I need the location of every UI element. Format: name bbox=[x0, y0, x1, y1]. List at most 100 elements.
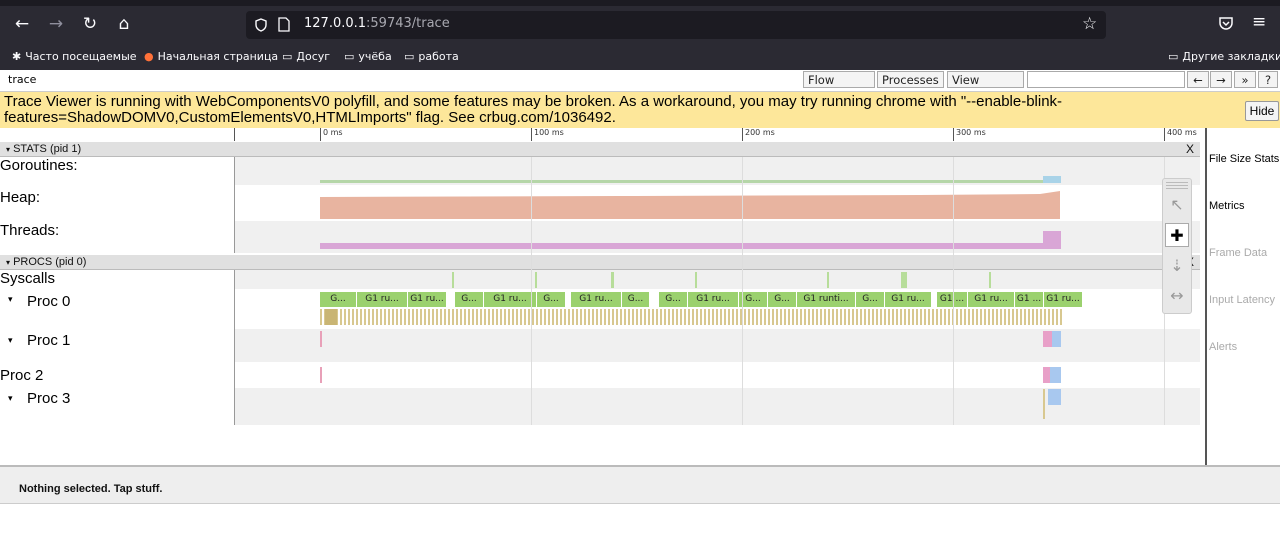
url-text: 127.0.0.1:59743/trace bbox=[304, 16, 450, 31]
heap-label-cell: Heap: bbox=[0, 185, 235, 221]
syscall-slice[interactable] bbox=[827, 272, 829, 288]
syscalls-track[interactable] bbox=[235, 270, 1200, 289]
goroutines-counter-spike bbox=[1043, 176, 1061, 183]
proc0-subtrack[interactable] bbox=[320, 309, 1062, 325]
proc3-slice[interactable] bbox=[1043, 389, 1045, 419]
proc0-slice[interactable]: G1 ru... bbox=[688, 292, 738, 307]
find-prev-button[interactable]: ← bbox=[1187, 71, 1209, 88]
menu-icon[interactable]: ≡ bbox=[1252, 12, 1266, 32]
folder-icon: ▭ bbox=[1168, 50, 1179, 63]
address-bar[interactable]: 127.0.0.1:59743/trace ☆ bbox=[246, 11, 1106, 39]
palette-drag-handle[interactable] bbox=[1166, 181, 1188, 189]
proc0-slice[interactable]: G1 ru... bbox=[357, 292, 407, 307]
ruler-divider bbox=[234, 128, 235, 141]
flow-events-button[interactable]: Flow events bbox=[803, 71, 875, 104]
proc0-slice[interactable]: G... bbox=[856, 292, 884, 307]
bookmark-other[interactable]: ▭ Другие закладки bbox=[1168, 48, 1280, 66]
firefox-icon: ● bbox=[144, 50, 154, 63]
proc0-slice[interactable]: G... bbox=[768, 292, 796, 307]
proc0-slice[interactable]: G1 ru... bbox=[571, 292, 621, 307]
star-bookmark-icon[interactable]: ☆ bbox=[1082, 14, 1097, 34]
proc0-slice[interactable]: G... bbox=[320, 292, 356, 307]
bookmark-start-page[interactable]: ● Начальная страница bbox=[144, 48, 278, 66]
zoom-tool-icon[interactable]: ⇣ bbox=[1165, 254, 1189, 278]
trace-title: trace bbox=[8, 73, 37, 86]
proc0-slice[interactable]: G1 ... bbox=[1015, 292, 1043, 307]
syscall-slice[interactable] bbox=[901, 272, 907, 288]
expand-arrow-icon[interactable]: ▾ bbox=[8, 294, 13, 305]
procs-group-header[interactable]: ▾ PROCS (pid 0) X bbox=[0, 255, 1200, 270]
proc1-slice[interactable] bbox=[1043, 331, 1052, 347]
bookmark-work[interactable]: ▭ работа bbox=[404, 48, 459, 66]
expand-arrow-icon[interactable]: ▾ bbox=[6, 258, 10, 267]
proc0-subslice[interactable] bbox=[325, 309, 337, 325]
syscall-slice[interactable] bbox=[611, 272, 614, 288]
syscalls-label-cell: Syscalls bbox=[0, 270, 235, 289]
pocket-icon[interactable] bbox=[1218, 15, 1234, 31]
proc0-slice[interactable]: G... bbox=[537, 292, 565, 307]
shield-icon bbox=[254, 17, 268, 32]
bookmark-study[interactable]: ▭ учёба bbox=[344, 48, 392, 66]
frame-data-tab[interactable]: Frame Data bbox=[1209, 247, 1267, 259]
back-arrow-icon[interactable]: ← bbox=[8, 10, 36, 38]
proc0-track[interactable]: G... G1 ru... G1 ru... G... G1 ru... G... G1 r… bbox=[235, 289, 1200, 329]
bookmark-leisure[interactable]: ▭ Досуг bbox=[282, 48, 330, 66]
stats-group-header[interactable]: ▾ STATS (pid 1) X bbox=[0, 142, 1200, 157]
proc0-slice-lane: G... G1 ru... G1 ru... G... G1 ru... G... G1 r… bbox=[320, 292, 1082, 308]
expand-arrow-icon[interactable]: ▾ bbox=[8, 393, 13, 404]
proc3-label-cell: ▾ Proc 3 bbox=[0, 388, 235, 425]
alerts-tab[interactable]: Alerts bbox=[1209, 341, 1237, 353]
metrics-tab[interactable]: Metrics bbox=[1209, 200, 1244, 212]
goroutines-track[interactable] bbox=[235, 157, 1200, 185]
proc3-track[interactable] bbox=[235, 388, 1200, 425]
proc0-slice[interactable]: G1 ... bbox=[937, 292, 967, 307]
proc1-slice[interactable] bbox=[320, 331, 322, 347]
view-options-button[interactable]: View Options bbox=[947, 71, 1024, 104]
proc2-slice[interactable] bbox=[1043, 367, 1050, 383]
syscall-slice[interactable] bbox=[452, 272, 454, 288]
proc3-slice[interactable] bbox=[1048, 389, 1061, 405]
processes-button[interactable]: Processes bbox=[877, 71, 944, 88]
proc1-slice[interactable] bbox=[1052, 331, 1061, 347]
bookmark-frequent[interactable]: ✱ Часто посещаемые bbox=[12, 48, 137, 66]
timing-tool-icon[interactable]: ↔ bbox=[1165, 284, 1189, 308]
proc0-slice[interactable]: G1 ru... bbox=[408, 292, 446, 307]
proc0-slice[interactable]: G1 ru... bbox=[1044, 292, 1082, 307]
pan-tool-icon[interactable]: ✚ bbox=[1165, 223, 1189, 247]
threads-track[interactable] bbox=[235, 221, 1200, 253]
find-next-button[interactable]: → bbox=[1210, 71, 1232, 88]
ruler-tick: 400 ms bbox=[1164, 128, 1197, 141]
proc1-label: Proc 1 bbox=[27, 332, 71, 349]
file-size-stats-tab[interactable]: File Size Stats bbox=[1209, 153, 1279, 165]
input-latency-tab[interactable]: Input Latency bbox=[1209, 294, 1275, 306]
proc1-track[interactable] bbox=[235, 329, 1200, 362]
proc0-slice[interactable]: G1 ru... bbox=[968, 292, 1014, 307]
proc0-slice[interactable]: G... bbox=[455, 292, 483, 307]
help-button[interactable]: ? bbox=[1258, 71, 1278, 88]
time-ruler: 0 ms 100 ms 200 ms 300 ms 400 ms bbox=[0, 128, 1200, 143]
more-button[interactable]: » bbox=[1234, 71, 1256, 88]
expand-arrow-icon[interactable]: ▾ bbox=[6, 145, 10, 154]
syscall-slice[interactable] bbox=[695, 272, 697, 288]
proc2-slice[interactable] bbox=[1050, 367, 1061, 383]
threads-counter bbox=[320, 243, 1060, 249]
proc0-slice[interactable]: G1 ru... bbox=[484, 292, 536, 307]
close-stats-button[interactable]: X bbox=[1186, 142, 1194, 156]
syscall-slice[interactable] bbox=[535, 272, 537, 288]
proc0-slice[interactable]: G1 runti... bbox=[797, 292, 855, 307]
home-icon[interactable]: ⌂ bbox=[110, 10, 138, 38]
reload-icon[interactable]: ↻ bbox=[76, 10, 104, 38]
proc0-slice[interactable]: G... bbox=[659, 292, 687, 307]
proc0-slice[interactable]: G... bbox=[739, 292, 767, 307]
proc2-slice[interactable] bbox=[320, 367, 322, 383]
forward-arrow-icon[interactable]: → bbox=[42, 10, 70, 38]
expand-arrow-icon[interactable]: ▾ bbox=[8, 335, 13, 346]
proc2-track[interactable] bbox=[235, 362, 1200, 388]
search-input[interactable] bbox=[1027, 71, 1185, 88]
proc0-slice[interactable]: G1 ru... bbox=[885, 292, 931, 307]
proc0-slice[interactable]: G... bbox=[622, 292, 649, 307]
heap-track[interactable] bbox=[235, 185, 1200, 221]
syscall-slice[interactable] bbox=[989, 272, 991, 288]
hide-warning-button[interactable]: Hide bbox=[1245, 101, 1279, 121]
selection-tool-icon[interactable]: ↖ bbox=[1165, 193, 1189, 217]
